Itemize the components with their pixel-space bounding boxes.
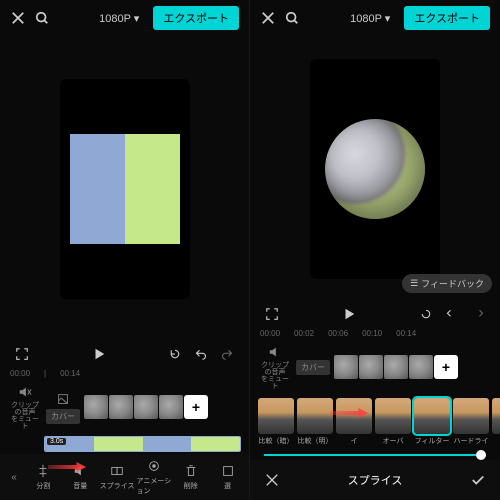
redo-icon[interactable] [219, 346, 235, 362]
resolution-selector[interactable]: 1080P ▾ [99, 12, 139, 25]
splice-label: スプライス [348, 472, 403, 488]
fullscreen-icon[interactable] [14, 346, 30, 362]
intensity-slider[interactable] [264, 454, 486, 456]
cover-button[interactable]: カバー [296, 360, 330, 375]
effect-option[interactable]: フィルター [414, 398, 450, 446]
timeline-thumb[interactable] [384, 355, 408, 379]
feedback-button[interactable]: ☰ フィードバック [402, 274, 492, 293]
close-icon[interactable] [10, 10, 26, 26]
reset-icon[interactable] [418, 306, 434, 322]
effect-option[interactable]: イ [336, 398, 372, 446]
back-chevron-icon[interactable]: « [4, 472, 24, 483]
reset-icon[interactable] [167, 346, 183, 362]
export-button[interactable]: エクスポート [153, 6, 239, 30]
timeline-thumb[interactable] [409, 355, 433, 379]
effect-option[interactable]: オーバ [375, 398, 411, 446]
more-button[interactable]: 選 [210, 463, 245, 491]
undo-icon[interactable] [193, 346, 209, 362]
resolution-selector[interactable]: 1080P ▾ [350, 12, 390, 25]
preview-canvas: ☰ フィードバック [250, 36, 500, 301]
preview-canvas [0, 36, 249, 341]
add-clip-button[interactable]: + [184, 395, 208, 419]
timeline-thumb[interactable] [134, 395, 158, 419]
timeline-thumb[interactable] [109, 395, 133, 419]
delete-button[interactable]: 削除 [173, 463, 208, 491]
undo-icon[interactable] [444, 306, 460, 322]
search-icon[interactable] [34, 10, 50, 26]
redo-icon[interactable] [470, 306, 486, 322]
timeline-thumb[interactable] [159, 395, 183, 419]
fullscreen-icon[interactable] [264, 306, 280, 322]
confirm-icon[interactable] [470, 472, 486, 488]
play-icon[interactable] [91, 346, 107, 362]
export-button[interactable]: エクスポート [404, 6, 490, 30]
add-clip-button[interactable]: + [434, 355, 458, 379]
splice-button[interactable]: スプライス [100, 463, 135, 491]
mute-clip-button[interactable]: クリップの音声 をミュート [8, 384, 42, 430]
cover-button[interactable]: カバー [46, 391, 80, 424]
overlay-track[interactable] [44, 436, 241, 452]
effect-option[interactable]: 比較（明） [297, 398, 333, 446]
search-icon[interactable] [284, 10, 300, 26]
effect-option[interactable]: ソフ [492, 398, 500, 446]
animation-button[interactable]: アニメーション [136, 458, 171, 496]
effect-option[interactable]: ハードライ [453, 398, 489, 446]
timeline-thumb[interactable] [334, 355, 358, 379]
timeline-thumb[interactable] [359, 355, 383, 379]
close-icon[interactable] [260, 10, 276, 26]
play-icon[interactable] [341, 306, 357, 322]
mute-clip-button[interactable]: クリップの音声 をミュート [258, 344, 292, 390]
close-icon[interactable] [264, 472, 280, 488]
effect-option[interactable]: 比較（暗） [258, 398, 294, 446]
timeline-thumb[interactable] [84, 395, 108, 419]
